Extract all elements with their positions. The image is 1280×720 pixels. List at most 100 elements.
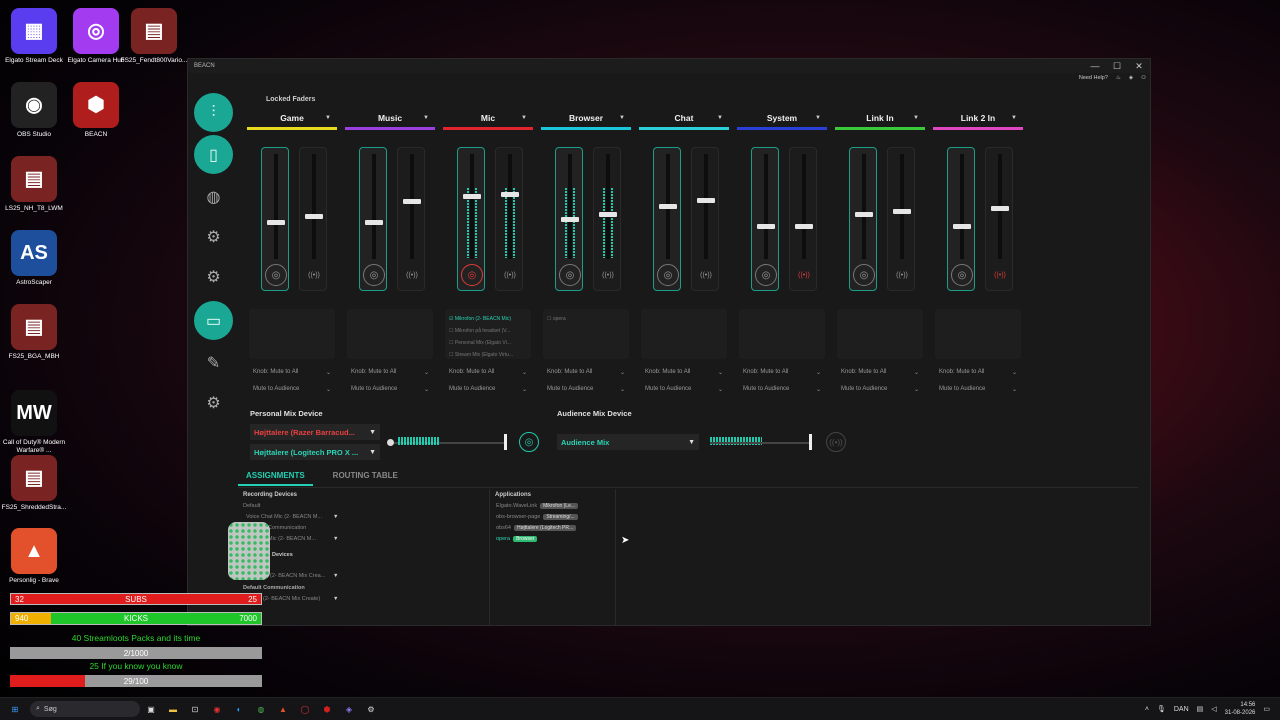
mic-icon[interactable]: ◍	[194, 177, 233, 216]
audience-fader[interactable]: ((•))	[593, 147, 621, 291]
headphone-icon[interactable]: ◎	[755, 264, 777, 286]
audience-fader[interactable]: ((•))	[495, 147, 523, 291]
flame-icon[interactable]: ♨	[1116, 75, 1121, 81]
brave-icon[interactable]: ▲	[276, 702, 290, 716]
channel-header[interactable]: Link 2 In ▼	[933, 109, 1023, 127]
channel-header[interactable]: Mic ▼	[443, 109, 533, 127]
knob-mode-dropdown[interactable]: Knob: Mute to All ⌄	[543, 366, 629, 378]
tab-routing-table[interactable]: ROUTING TABLE	[329, 469, 402, 486]
knob-mode-dropdown[interactable]: Knob: Mute to All ⌄	[739, 366, 825, 378]
broadcast-icon[interactable]: ((•))	[793, 264, 815, 286]
personal-volume-handle[interactable]	[387, 439, 394, 446]
broadcast-icon[interactable]: ((•))	[891, 264, 913, 286]
audience-volume-track[interactable]	[710, 442, 810, 444]
knob-mode-dropdown[interactable]: Knob: Mute to All ⌄	[445, 366, 531, 378]
windows-start-icon[interactable]: ⊞	[8, 702, 22, 716]
chrome-icon[interactable]: ◍	[254, 702, 268, 716]
fader-knob[interactable]	[953, 224, 971, 229]
channel-header[interactable]: System ▼	[737, 109, 827, 127]
fader-knob[interactable]	[757, 224, 775, 229]
channel-app-item[interactable]: ☐ Personal Mix (Elgato Vi...	[449, 337, 527, 349]
gear-icon[interactable]: ⚙	[194, 383, 233, 422]
headphone-icon[interactable]: ◎	[461, 264, 483, 286]
fader-knob[interactable]	[659, 204, 677, 209]
desktop-icon[interactable]: ▤ FS25_ShreddedStra...	[0, 455, 72, 512]
chevron-up-icon[interactable]: ˄	[1145, 706, 1149, 713]
file-explorer-icon[interactable]: ▬	[166, 702, 180, 716]
channel-header[interactable]: Game ▼	[247, 109, 337, 127]
channel-app-item[interactable]: ☐ Mikrofon på headset (V...	[449, 325, 527, 337]
channel-header[interactable]: Music ▼	[345, 109, 435, 127]
chevron-down-icon[interactable]: ▼	[333, 536, 338, 542]
edge-icon[interactable]: ◐	[232, 702, 246, 716]
mute-mode-dropdown[interactable]: Mute to Audience ⌄	[739, 383, 825, 395]
personal-fader[interactable]: ◎	[849, 147, 877, 291]
mute-mode-dropdown[interactable]: Mute to Audience ⌄	[935, 383, 1021, 395]
mute-mode-dropdown[interactable]: Mute to Audience ⌄	[445, 383, 531, 395]
device-icon[interactable]: ▯	[194, 135, 233, 174]
mix-create-device-2[interactable]: (2- BEACN Mix Create)	[263, 596, 320, 602]
mute-mode-dropdown[interactable]: Mute to Audience ⌄	[543, 383, 629, 395]
mute-mode-dropdown[interactable]: Mute to Audience ⌄	[837, 383, 923, 395]
audience-fader[interactable]: ((•))	[789, 147, 817, 291]
channel-app-item[interactable]: ☐ Stream Mix (Elgato Virtu...	[449, 349, 527, 361]
knob-mode-dropdown[interactable]: Knob: Mute to All ⌄	[249, 366, 335, 378]
personal-fader[interactable]: ◎	[751, 147, 779, 291]
headphone-icon[interactable]: ◎	[951, 264, 973, 286]
mixer-icon[interactable]: ⫶	[194, 93, 233, 132]
audience-fader[interactable]: ((•))	[299, 147, 327, 291]
application-channel-chip[interactable]: Højttalere (Logitech PR...	[514, 525, 577, 531]
fader-knob[interactable]	[697, 198, 715, 203]
voice-chat-device[interactable]: Voice Chat Mic (2- BEACN M...	[246, 514, 322, 520]
settings-taskbar-icon[interactable]: ⚙	[364, 702, 378, 716]
mute-mode-dropdown[interactable]: Mute to Audience ⌄	[641, 383, 727, 395]
discord-taskbar-icon[interactable]: ◈	[342, 702, 356, 716]
headphone-icon[interactable]: ◎	[519, 432, 539, 452]
desktop-icon[interactable]: AS AstroScaper	[0, 230, 72, 287]
fader-knob[interactable]	[855, 212, 873, 217]
fader-knob[interactable]	[561, 217, 579, 222]
task-view-icon[interactable]: ▣	[144, 702, 158, 716]
broadcast-icon[interactable]: ((•))	[401, 264, 423, 286]
fader-knob[interactable]	[501, 192, 519, 197]
fader-knob[interactable]	[267, 220, 285, 225]
discord-icon[interactable]: ◈	[1129, 75, 1133, 81]
app-icon-red[interactable]: ◉	[210, 702, 224, 716]
application-row[interactable]: opera Browser	[496, 536, 538, 542]
beacn-taskbar-icon[interactable]: ⬢	[320, 702, 334, 716]
volume-icon[interactable]: ◁	[1211, 705, 1216, 713]
fader-knob[interactable]	[599, 212, 617, 217]
desktop-icon[interactable]: ▲ Personlig - Brave	[0, 528, 72, 585]
close-button[interactable]: ✕	[1128, 59, 1150, 73]
broadcast-icon[interactable]: ((•))	[499, 264, 521, 286]
channel-app-item[interactable]: ☐ opera	[547, 313, 625, 325]
application-channel-chip[interactable]: Mikrofon (Le...	[540, 503, 579, 509]
desktop-icon[interactable]: ⬢ BEACN	[58, 82, 134, 139]
mic-tray-icon[interactable]: 🎙	[1157, 705, 1166, 713]
desktop-icon[interactable]: ▤ LS25_NH_T8_LWM	[0, 156, 72, 213]
application-row[interactable]: Elgato.WaveLink Mikrofon (Le...	[496, 503, 579, 509]
notification-icon[interactable]: ▭	[1263, 705, 1270, 713]
mix-create-device[interactable]: (2- BEACN Mix Crea...	[270, 573, 325, 579]
fader-knob[interactable]	[795, 224, 813, 229]
desktop-icon[interactable]: ▤ FS25_Fendt800Vario...	[116, 8, 192, 65]
user-icon[interactable]: ⚇	[1141, 75, 1146, 81]
channel-header[interactable]: Link In ▼	[835, 109, 925, 127]
personal-device-1[interactable]: Højttalere (Razer Barracud... ▼	[250, 424, 380, 440]
tab-assignments[interactable]: ASSIGNMENTS	[238, 469, 313, 486]
fader-knob[interactable]	[305, 214, 323, 219]
channel-header[interactable]: Browser ▼	[541, 109, 631, 127]
chevron-down-icon[interactable]: ▼	[333, 596, 338, 602]
audience-fader[interactable]: ((•))	[691, 147, 719, 291]
personal-fader[interactable]: ◎	[555, 147, 583, 291]
settings-icon[interactable]: ⚙	[194, 257, 233, 296]
fader-knob[interactable]	[365, 220, 383, 225]
opera-icon[interactable]: ◯	[298, 702, 312, 716]
mute-mode-dropdown[interactable]: Mute to Audience ⌄	[347, 383, 433, 395]
link-icon[interactable]: ▭	[194, 301, 233, 340]
network-icon[interactable]: ▤	[1197, 705, 1204, 713]
headphone-icon[interactable]: ◎	[853, 264, 875, 286]
chevron-down-icon[interactable]: ▼	[333, 514, 338, 520]
desktop-icon[interactable]: ▤ FS25_BGA_MBH	[0, 304, 72, 361]
knob-mode-dropdown[interactable]: Knob: Mute to All ⌄	[935, 366, 1021, 378]
